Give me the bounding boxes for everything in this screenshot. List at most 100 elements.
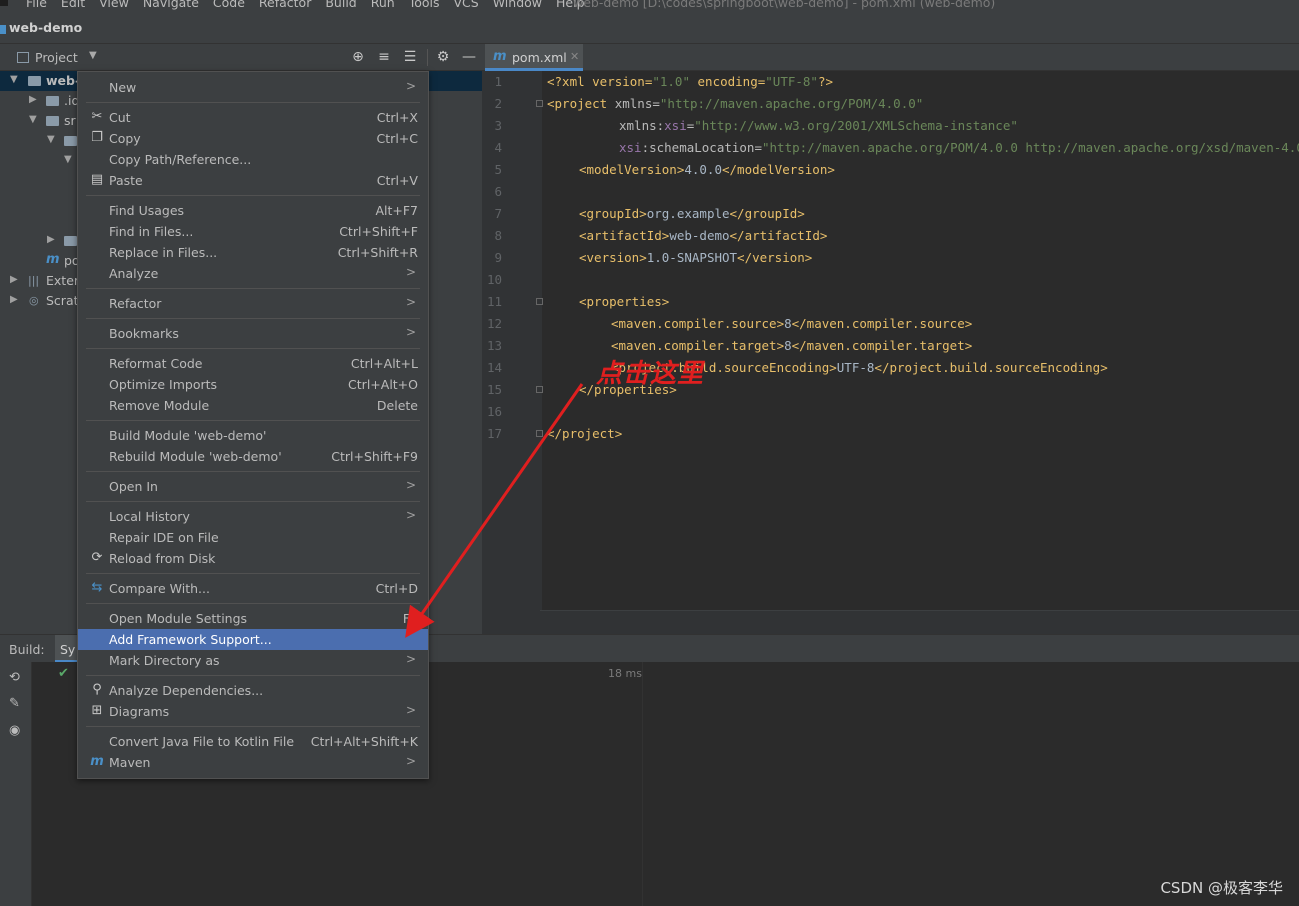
menu-item-find-usages[interactable]: Find Usages Alt+F7	[78, 200, 428, 221]
menu-item-reload-from-disk[interactable]: ⟳ Reload from Disk	[78, 548, 428, 569]
menu-item-analyze-dependencies[interactable]: ⚲ Analyze Dependencies...	[78, 680, 428, 701]
menu-edit[interactable]: Edit	[61, 0, 85, 10]
line-number: 13	[486, 338, 502, 353]
menu-separator	[86, 318, 420, 319]
project-panel-header: Project ▼ ⊕ ≡ ☰ ⚙ —	[0, 44, 482, 71]
menu-item-new[interactable]: New >	[78, 77, 428, 98]
chevron-right-icon[interactable]: ▶	[10, 274, 18, 285]
menu-vcs[interactable]: VCS	[454, 0, 479, 10]
locate-icon[interactable]: ⊕	[349, 48, 367, 66]
menu-item-local-history[interactable]: Local History >	[78, 506, 428, 527]
menu-item-reformat-code[interactable]: Reformat Code Ctrl+Alt+L	[78, 353, 428, 374]
menu-item-copy[interactable]: ❐ Copy Ctrl+C	[78, 128, 428, 149]
menu-item-repair-ide[interactable]: Repair IDE on File	[78, 527, 428, 548]
chevron-right-icon[interactable]: ▶	[47, 234, 55, 245]
menu-separator	[86, 573, 420, 574]
menu-code[interactable]: Code	[213, 0, 245, 10]
line-number: 6	[494, 184, 502, 199]
eye-icon[interactable]: ◉	[9, 723, 20, 738]
code-text: xmlns:xsi="http://www.w3.org/2001/XMLSch…	[619, 118, 1018, 133]
menu-view[interactable]: View	[99, 0, 129, 10]
code-line: 11 <properties>	[482, 291, 1299, 313]
chevron-down-icon[interactable]: ▼	[89, 50, 97, 61]
menu-navigate[interactable]: Navigate	[143, 0, 199, 10]
tree-label: sr	[64, 113, 76, 128]
chevron-right-icon: >	[405, 265, 416, 279]
menu-item-replace-in-files[interactable]: Replace in Files... Ctrl+Shift+R	[78, 242, 428, 263]
chevron-right-icon[interactable]: ▶	[10, 294, 18, 305]
scratch-icon: ◎	[29, 294, 39, 307]
menu-item-copy-path[interactable]: Copy Path/Reference...	[78, 149, 428, 170]
chevron-right-icon: >	[405, 508, 416, 522]
menu-item-mark-directory-as[interactable]: Mark Directory as >	[78, 650, 428, 671]
menu-separator	[86, 675, 420, 676]
header-divider	[427, 49, 428, 66]
line-number: 10	[486, 272, 502, 287]
code-line: 4 xsi:schemaLocation="http://maven.apach…	[482, 137, 1299, 159]
tree-label: Scrat	[46, 293, 79, 308]
menu-item-open-in[interactable]: Open In >	[78, 476, 428, 497]
menu-separator	[86, 501, 420, 502]
menu-refactor[interactable]: Refactor	[259, 0, 311, 10]
editor-area: m pom.xml ✕ 1 <?xml version="1.0" encodi…	[482, 44, 1299, 634]
chevron-right-icon: >	[405, 754, 416, 768]
menu-item-add-framework-support[interactable]: Add Framework Support...	[78, 629, 428, 650]
chevron-down-icon[interactable]: ▼	[64, 154, 72, 165]
code-text: <modelVersion>4.0.0</modelVersion>	[579, 162, 835, 177]
code-line: 3 xmlns:xsi="http://www.w3.org/2001/XMLS…	[482, 115, 1299, 137]
menu-item-diagrams[interactable]: ⊞ Diagrams >	[78, 701, 428, 722]
check-icon: ✔	[58, 666, 69, 681]
code-line: 9 <version>1.0-SNAPSHOT</version>	[482, 247, 1299, 269]
menu-item-convert-to-kotlin[interactable]: Convert Java File to Kotlin File Ctrl+Alt…	[78, 731, 428, 752]
menu-item-rebuild-module[interactable]: Rebuild Module 'web-demo' Ctrl+Shift+F9	[78, 446, 428, 467]
folder-icon	[64, 236, 77, 246]
menu-item-open-module-settings[interactable]: Open Module Settings F4	[78, 608, 428, 629]
maven-icon: m	[46, 252, 60, 267]
chevron-down-icon[interactable]: ▼	[10, 74, 18, 85]
expand-all-icon[interactable]: ≡	[375, 48, 393, 66]
chevron-right-icon[interactable]: ▶	[29, 94, 37, 105]
menu-item-maven[interactable]: m Maven >	[78, 752, 428, 773]
code-line: 17 </project>	[482, 423, 1299, 445]
tab-sync[interactable]: Sy	[55, 635, 77, 663]
line-number: 14	[486, 360, 502, 375]
close-icon[interactable]: ✕	[570, 50, 579, 63]
menu-item-analyze[interactable]: Analyze >	[78, 263, 428, 284]
pin-icon[interactable]: ✎	[9, 696, 20, 711]
menu-run[interactable]: Run	[371, 0, 395, 10]
code-line: 7 <groupId>org.example</groupId>	[482, 203, 1299, 225]
chevron-right-icon: >	[405, 295, 416, 309]
navigation-bar: web-demo	[0, 14, 1299, 44]
gear-icon[interactable]: ⚙	[434, 48, 452, 66]
menu-separator	[86, 420, 420, 421]
maven-icon: m	[90, 754, 104, 769]
menu-item-paste[interactable]: ▤ Paste Ctrl+V	[78, 170, 428, 191]
menu-item-compare-with[interactable]: ⇆ Compare With... Ctrl+D	[78, 578, 428, 599]
breadcrumb-project[interactable]: web-demo	[9, 20, 82, 35]
menu-item-bookmarks[interactable]: Bookmarks >	[78, 323, 428, 344]
code-line: 1 <?xml version="1.0" encoding="UTF-8"?>	[482, 71, 1299, 93]
menu-item-find-in-files[interactable]: Find in Files... Ctrl+Shift+F	[78, 221, 428, 242]
watermark: CSDN @极客李华	[1160, 879, 1283, 897]
sync-icon[interactable]: ⟲	[9, 670, 20, 685]
menu-build[interactable]: Build	[325, 0, 356, 10]
chevron-down-icon[interactable]: ▼	[29, 114, 37, 125]
menu-item-cut[interactable]: ✂ Cut Ctrl+X	[78, 107, 428, 128]
menu-item-remove-module[interactable]: Remove Module Delete	[78, 395, 428, 416]
collapse-all-icon[interactable]: ☰	[401, 48, 419, 66]
chevron-down-icon[interactable]: ▼	[47, 134, 55, 145]
menu-item-refactor[interactable]: Refactor >	[78, 293, 428, 314]
menu-file[interactable]: File	[26, 0, 47, 10]
project-view-selector[interactable]: Project	[35, 50, 78, 65]
menu-item-optimize-imports[interactable]: Optimize Imports Ctrl+Alt+O	[78, 374, 428, 395]
menu-tools[interactable]: Tools	[409, 0, 440, 10]
code-line: 8 <artifactId>web-demo</artifactId>	[482, 225, 1299, 247]
hide-panel-icon[interactable]: —	[460, 48, 478, 66]
tab-pom-xml[interactable]: m pom.xml ✕	[485, 44, 583, 71]
line-number: 9	[494, 250, 502, 265]
line-number: 2	[494, 96, 502, 111]
menu-window[interactable]: Window	[493, 0, 542, 10]
horizontal-scrollbar[interactable]	[540, 610, 1299, 634]
chevron-right-icon: >	[405, 652, 416, 666]
menu-item-build-module[interactable]: Build Module 'web-demo'	[78, 425, 428, 446]
